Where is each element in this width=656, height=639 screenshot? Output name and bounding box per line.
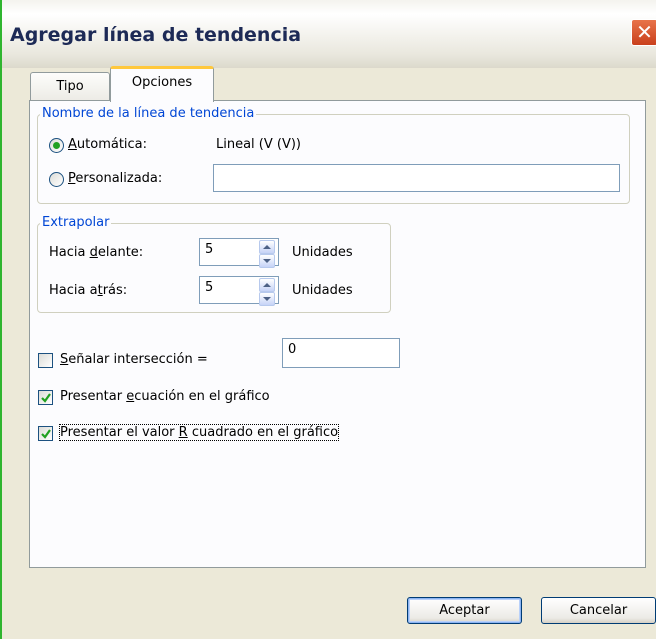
equation-label[interactable]: Presentar ecuación en el gráfico (60, 389, 270, 404)
spin-down-icon[interactable] (259, 254, 275, 268)
automatic-radio[interactable] (49, 138, 64, 153)
equation-checkbox[interactable] (38, 390, 53, 405)
custom-name-input[interactable] (213, 164, 620, 192)
intercept-checkbox[interactable] (38, 353, 53, 368)
backward-label: Hacia atrás: (49, 283, 128, 298)
rsquared-checkbox[interactable] (38, 426, 53, 441)
automatic-value: Lineal (V (V)) (216, 137, 302, 152)
custom-label[interactable]: Personalizada: (68, 171, 162, 186)
spin-up-icon[interactable] (259, 278, 275, 292)
tab-opciones[interactable]: Opciones (110, 66, 214, 102)
forward-spinner[interactable] (259, 240, 277, 268)
forward-units-label: Unidades (292, 245, 353, 260)
automatic-label[interactable]: Automática: (68, 137, 147, 152)
intercept-label[interactable]: Señalar intersección = (60, 352, 208, 367)
dialog-title: Agregar línea de tendencia (10, 24, 302, 46)
extrapolate-legend: Extrapolar (40, 215, 112, 230)
trendline-name-legend: Nombre de la línea de tendencia (40, 106, 257, 121)
accept-button[interactable]: Aceptar (407, 597, 522, 624)
tab-tipo[interactable]: Tipo (30, 72, 110, 101)
backward-spinner[interactable] (259, 278, 277, 306)
rsquared-label[interactable]: Presentar el valor R cuadrado en el gráf… (58, 424, 340, 441)
check-icon (41, 429, 51, 439)
backward-units-label: Unidades (292, 283, 353, 298)
radio-selected-dot (53, 142, 60, 149)
forward-label: Hacia delante: (49, 245, 144, 260)
spin-up-icon[interactable] (259, 240, 275, 254)
close-icon[interactable]: ✕ (631, 19, 656, 46)
cancel-button[interactable]: Cancelar (541, 597, 656, 624)
spin-down-icon[interactable] (259, 292, 275, 306)
dialog-window: Agregar línea de tendencia ✕ Tipo Opcion… (0, 0, 656, 639)
title-bar[interactable]: Agregar línea de tendencia ✕ (2, 0, 656, 68)
check-icon (41, 393, 51, 403)
intercept-input[interactable]: 0 (282, 338, 400, 368)
custom-radio[interactable] (49, 172, 64, 187)
